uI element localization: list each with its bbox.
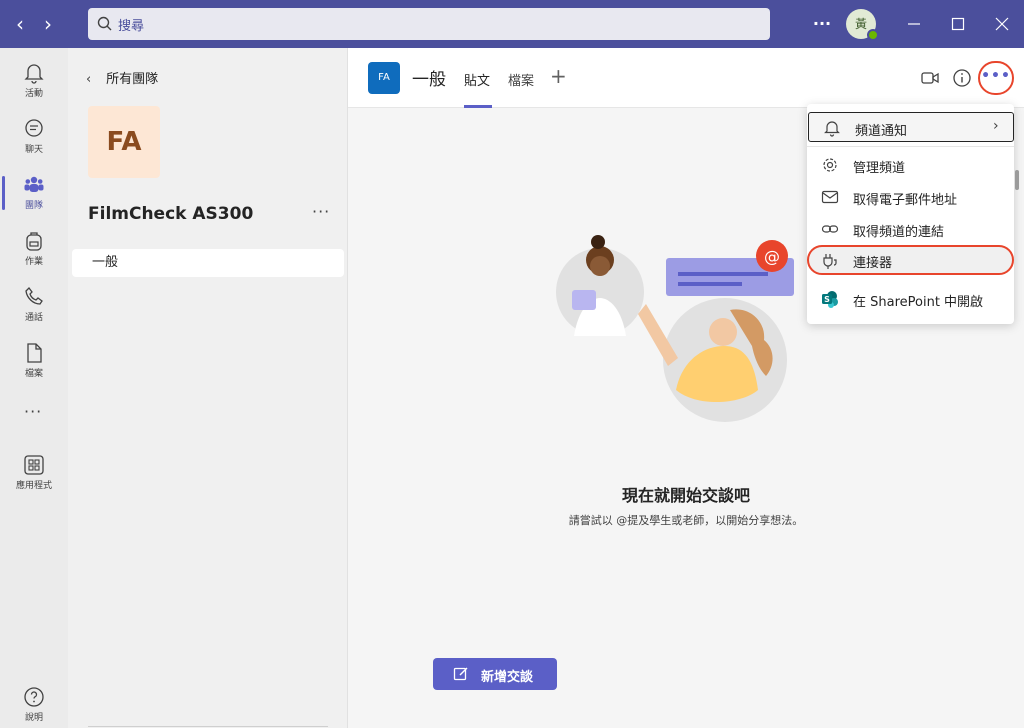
- tab-posts[interactable]: 貼文: [464, 70, 490, 89]
- svg-text:@: @: [764, 247, 780, 266]
- search-input[interactable]: 搜尋: [88, 8, 770, 40]
- channel-item-general[interactable]: 一般: [72, 249, 344, 277]
- empty-state-title: 現在就開始交談吧: [621, 486, 750, 505]
- chevron-right-icon: ›: [993, 118, 999, 134]
- menu-item-connectors[interactable]: 連接器: [807, 245, 1014, 275]
- menu-item-open-sharepoint[interactable]: S 在 SharePoint 中開啟: [807, 284, 1014, 314]
- search-placeholder: 搜尋: [118, 19, 145, 34]
- team-panel: ‹ 所有團隊 FA FilmCheck AS300 ··· 一般: [68, 48, 348, 728]
- rail-label: 應用程式: [15, 481, 52, 491]
- close-icon[interactable]: [990, 12, 1014, 36]
- menu-item-manage-channel[interactable]: 管理頻道: [807, 150, 1014, 180]
- file-icon: [27, 343, 42, 363]
- rail-label: 檔案: [24, 369, 43, 379]
- channel-avatar: FA: [368, 62, 400, 94]
- search-icon: [97, 16, 112, 31]
- rail-item-help[interactable]: 說明: [0, 678, 68, 728]
- link-icon: [821, 225, 839, 233]
- phone-icon: [25, 287, 43, 305]
- bell-icon: [824, 121, 840, 137]
- rail-item-activity[interactable]: 活動: [0, 54, 68, 106]
- chat-icon: [25, 119, 43, 137]
- channel-more-button[interactable]: •••: [978, 61, 1014, 95]
- sharepoint-icon: S: [822, 291, 838, 308]
- avatar-initial: 黃: [854, 17, 867, 31]
- all-teams-label: 所有團隊: [106, 72, 159, 87]
- empty-state-subtitle: 請嘗試以 @提及學生或老師，以開始分享想法。: [568, 514, 804, 527]
- divider: [88, 726, 328, 727]
- all-teams-link[interactable]: ‹ 所有團隊: [86, 68, 158, 87]
- menu-item-label: 頻道通知: [855, 124, 908, 139]
- rail-label: 活動: [24, 89, 43, 99]
- new-conversation-label: 新增交談: [481, 670, 534, 685]
- maximize-icon[interactable]: [946, 12, 970, 36]
- rail-label: 說明: [24, 713, 43, 723]
- help-icon: [24, 687, 44, 707]
- menu-item-label: 取得電子郵件地址: [853, 193, 958, 208]
- minimize-icon[interactable]: [902, 12, 926, 36]
- channel-options-menu: 頻道通知 › 管理頻道 取得電子郵件地址 取得頻道的連結 連接器 S 在 Sha…: [807, 104, 1014, 324]
- channel-header: FA 一般 貼文 檔案 + •••: [348, 48, 1024, 108]
- mail-icon: [821, 190, 839, 204]
- rail-item-files[interactable]: 檔案: [0, 334, 68, 386]
- empty-state-illustration-icon: @: [556, 235, 794, 422]
- team-avatar: FA: [88, 106, 160, 178]
- tab-files[interactable]: 檔案: [508, 70, 534, 89]
- rail-item-apps[interactable]: 應用程式: [0, 446, 68, 498]
- bell-icon: [24, 64, 44, 84]
- titlebar-more-icon[interactable]: ···: [810, 12, 834, 36]
- rail-more-icon[interactable]: ···: [24, 402, 42, 421]
- scrollbar-thumb[interactable]: [1015, 170, 1019, 190]
- info-icon[interactable]: [952, 68, 972, 88]
- gear-icon: [823, 158, 837, 172]
- teams-icon: [24, 176, 44, 192]
- back-arrow-icon[interactable]: ‹: [8, 12, 32, 36]
- rail-label: 作業: [24, 257, 43, 267]
- add-tab-icon[interactable]: +: [550, 64, 567, 88]
- menu-item-label: 在 SharePoint 中開啟: [853, 295, 984, 310]
- rail-item-chat[interactable]: 聊天: [0, 110, 68, 162]
- team-more-icon[interactable]: ···: [312, 202, 330, 221]
- menu-divider: [807, 146, 1014, 147]
- title-bar: ‹ › 搜尋 ··· 黃: [0, 0, 1024, 48]
- app-rail: 活動 聊天 團隊 作業 通話 檔案 ··· 應用程式 說明: [0, 48, 68, 728]
- rail-item-teams[interactable]: 團隊: [0, 166, 68, 218]
- compose-icon: [453, 667, 468, 681]
- rail-label: 聊天: [24, 145, 43, 155]
- team-name: FilmCheck AS300: [88, 204, 254, 224]
- chevron-left-icon: ‹: [86, 72, 92, 87]
- video-call-icon[interactable]: [920, 68, 940, 88]
- new-conversation-button[interactable]: 新增交談: [433, 658, 557, 690]
- menu-item-channel-notifications[interactable]: 頻道通知 ›: [808, 112, 1014, 142]
- rail-item-calls[interactable]: 通話: [0, 278, 68, 330]
- rail-label: 通話: [24, 313, 43, 323]
- menu-item-label: 管理頻道: [853, 161, 906, 176]
- menu-item-get-link[interactable]: 取得頻道的連結: [807, 214, 1014, 244]
- apps-icon: [24, 455, 44, 475]
- svg-text:S: S: [824, 295, 830, 304]
- menu-item-get-email[interactable]: 取得電子郵件地址: [807, 182, 1014, 212]
- rail-item-assignments[interactable]: 作業: [0, 222, 68, 274]
- channel-name: 一般: [412, 70, 446, 90]
- backpack-icon: [26, 232, 42, 251]
- menu-item-label: 取得頻道的連結: [853, 225, 945, 240]
- presence-available-icon: [867, 29, 879, 41]
- forward-arrow-icon[interactable]: ›: [36, 12, 60, 36]
- rail-label: 團隊: [24, 201, 43, 211]
- menu-item-label: 連接器: [853, 256, 893, 271]
- avatar[interactable]: 黃: [846, 9, 879, 41]
- connector-icon: [823, 254, 837, 269]
